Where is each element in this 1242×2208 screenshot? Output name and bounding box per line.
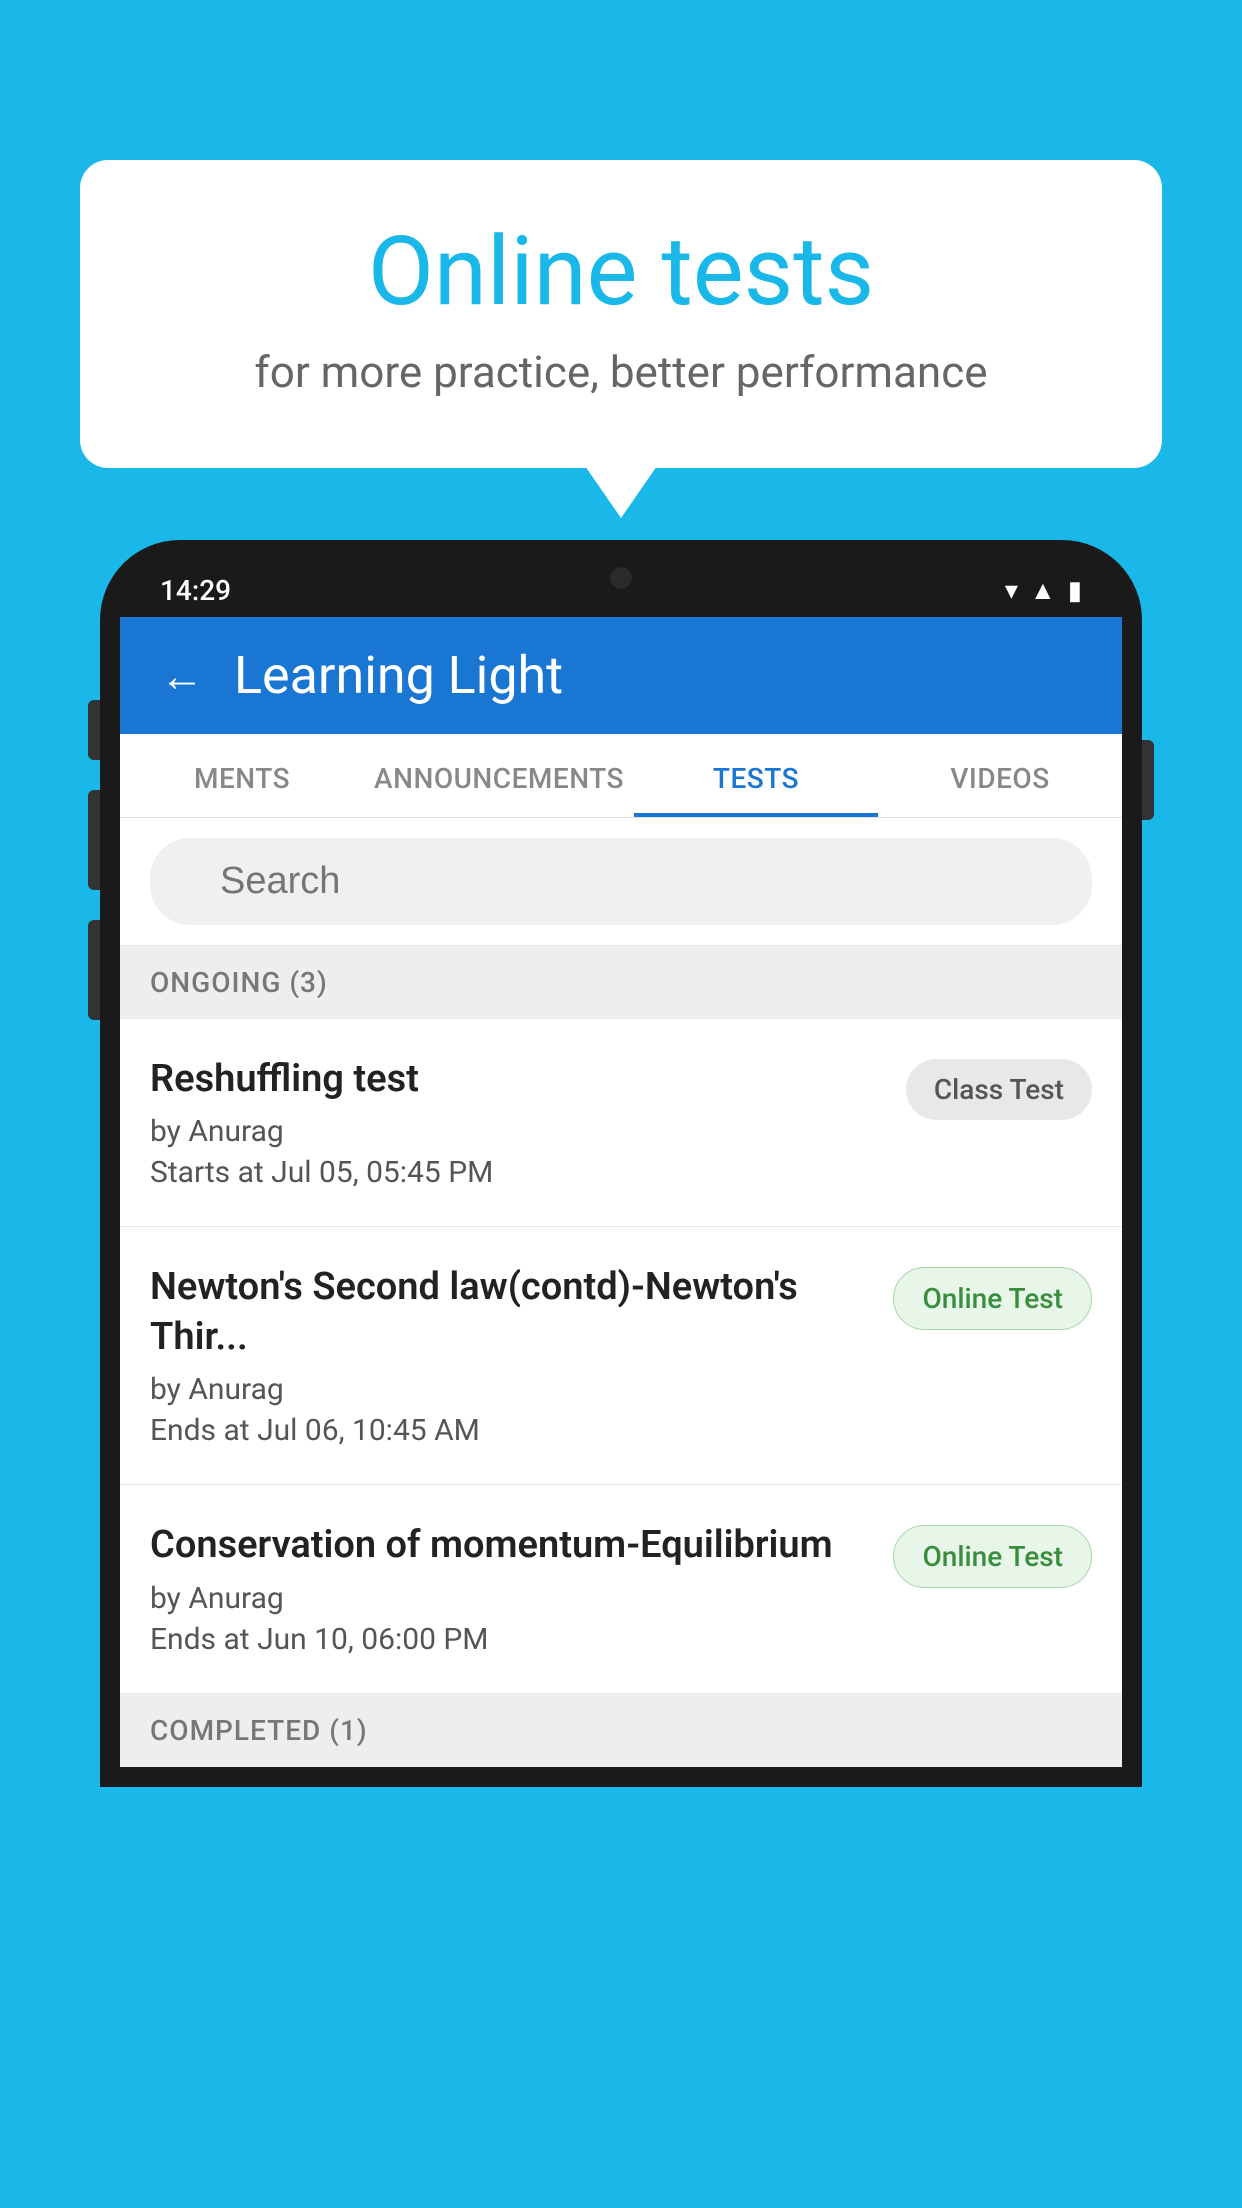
power-button [1142,740,1154,820]
search-wrapper: 🔍 [150,838,1092,925]
online-test-badge: Online Test [893,1525,1092,1588]
test-item[interactable]: Conservation of momentum-Equilibrium by … [120,1485,1122,1693]
status-bar: 14:29 ▾ ▲ ▮ [120,560,1122,617]
battery-icon: ▮ [1068,576,1082,606]
volume-down-button [88,790,100,890]
test-item[interactable]: Reshuffling test by Anurag Starts at Jul… [120,1019,1122,1227]
test-name: Reshuffling test [150,1055,886,1104]
test-date: Ends at Jun 10, 06:00 PM [150,1622,873,1657]
test-info: Newton's Second law(contd)-Newton's Thir… [150,1263,873,1448]
wifi-icon: ▾ [1005,576,1018,606]
test-by: by Anurag [150,1114,886,1149]
back-button[interactable]: ← [160,650,204,702]
completed-section-header: COMPLETED (1) [120,1694,1122,1767]
phone-wrapper: 14:29 ▾ ▲ ▮ ← Learning Light MENTS ANNOU… [100,540,1142,2208]
signal-icon: ▲ [1030,575,1056,606]
speech-bubble: Online tests for more practice, better p… [80,160,1162,468]
class-test-badge: Class Test [906,1059,1092,1120]
status-time: 14:29 [160,574,231,607]
camera [610,567,632,589]
search-container: 🔍 [120,818,1122,946]
tab-ments[interactable]: MENTS [120,734,364,817]
phone-frame: 14:29 ▾ ▲ ▮ ← Learning Light MENTS ANNOU… [100,540,1142,1787]
online-test-badge: Online Test [893,1267,1092,1330]
test-item[interactable]: Newton's Second law(contd)-Newton's Thir… [120,1227,1122,1485]
test-by: by Anurag [150,1581,873,1616]
test-by: by Anurag [150,1372,873,1407]
test-date: Starts at Jul 05, 05:45 PM [150,1155,886,1190]
bubble-title: Online tests [160,220,1082,326]
test-info: Conservation of momentum-Equilibrium by … [150,1521,873,1656]
tab-tests[interactable]: TESTS [634,734,878,817]
search-input[interactable] [150,838,1092,925]
test-name: Conservation of momentum-Equilibrium [150,1521,873,1570]
tab-videos[interactable]: VIDEOS [878,734,1122,817]
app-title: Learning Light [234,645,563,706]
tab-bar: MENTS ANNOUNCEMENTS TESTS VIDEOS [120,734,1122,818]
test-name: Newton's Second law(contd)-Newton's Thir… [150,1263,873,1362]
bubble-subtitle: for more practice, better performance [160,346,1082,398]
phone-screen: ← Learning Light MENTS ANNOUNCEMENTS TES… [120,617,1122,1767]
silent-button [88,920,100,1020]
app-header: ← Learning Light [120,617,1122,734]
test-date: Ends at Jul 06, 10:45 AM [150,1413,873,1448]
status-icons: ▾ ▲ ▮ [1005,575,1082,606]
phone-notch [561,560,681,596]
tab-announcements[interactable]: ANNOUNCEMENTS [364,734,634,817]
test-info: Reshuffling test by Anurag Starts at Jul… [150,1055,886,1190]
volume-up-button [88,700,100,760]
ongoing-section-header: ONGOING (3) [120,946,1122,1019]
